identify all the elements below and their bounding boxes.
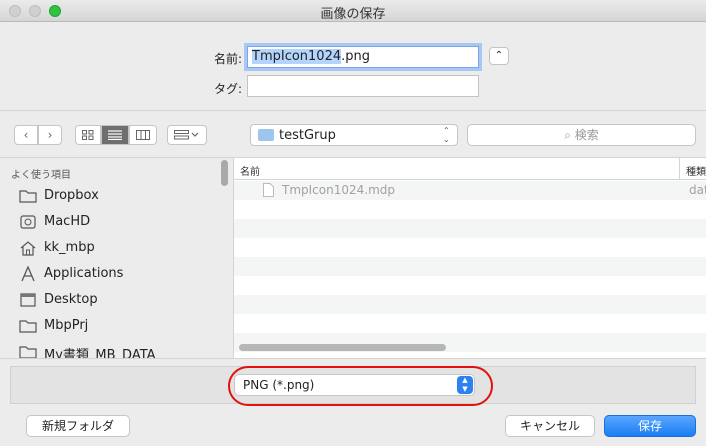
list-icon (108, 130, 122, 141)
sidebar-item-applications[interactable]: Applications (0, 261, 220, 287)
sidebar-item-machd[interactable]: MacHD (0, 209, 220, 235)
cancel-button[interactable]: キャンセル (505, 415, 595, 437)
table-row (234, 295, 706, 314)
tag-input[interactable] (247, 75, 479, 97)
columns-icon (136, 130, 150, 140)
window-title: 画像の保存 (320, 7, 386, 22)
filename-extension: .png (341, 49, 371, 64)
table-row (234, 219, 706, 238)
column-view-button[interactable] (129, 125, 157, 145)
sidebar-item-my-documents[interactable]: My書類_MB_DATA (0, 339, 220, 358)
sidebar-item-dropbox[interactable]: Dropbox (0, 183, 220, 209)
updown-chevron-icon: ⌃⌄ (443, 126, 450, 144)
collapse-button[interactable]: ⌃ (489, 47, 509, 65)
folder-icon (19, 320, 37, 333)
updown-chevron-icon: ▲ ▼ (457, 376, 473, 394)
file-name: TmpIcon1024.mdp (282, 183, 395, 197)
column-header: 名前 種類 (234, 158, 706, 180)
forward-button[interactable]: › (38, 125, 62, 145)
folder-icon (258, 129, 274, 141)
sidebar-item-label: kk_mbp (44, 240, 95, 255)
column-header-kind[interactable]: 種類 (686, 163, 706, 178)
filename-selected-text: TmpIcon1024 (252, 49, 342, 64)
sidebar-item-label: MbpPrj (44, 318, 89, 333)
file-format-value: PNG (*.png) (243, 378, 315, 392)
sidebar-item-label: My書類_MB_DATA (44, 348, 156, 358)
sidebar-item-kk-mbp[interactable]: kk_mbp (0, 235, 220, 261)
file-format-select[interactable]: PNG (*.png) ▲ ▼ (234, 374, 475, 396)
column-header-name[interactable]: 名前 (240, 163, 260, 178)
tag-label: タグ: (213, 82, 242, 96)
sidebar-item-desktop[interactable]: Desktop (0, 287, 220, 313)
table-row[interactable]: TmpIcon1024.mdp dat (234, 181, 706, 200)
sidebar-scrollbar[interactable] (221, 160, 228, 186)
sidebar-item-label: MacHD (44, 214, 91, 229)
location-label: testGrup (279, 128, 336, 143)
search-icon: ⌕ (564, 128, 571, 142)
sidebar-item-label: Applications (44, 266, 124, 281)
arrange-icon (174, 130, 199, 140)
sidebar-item-label: Desktop (44, 292, 98, 307)
filename-input[interactable]: TmpIcon1024.png (247, 46, 479, 68)
sidebar-item-label: Dropbox (44, 188, 99, 203)
file-list: 名前 種類 TmpIcon1024.mdp dat (233, 158, 706, 358)
location-popup[interactable]: testGrup ⌃⌄ (250, 124, 458, 146)
new-folder-button[interactable]: 新規フォルダ (26, 415, 130, 437)
folder-icon (19, 346, 37, 358)
back-button[interactable]: ‹ (14, 125, 38, 145)
separator (0, 358, 706, 359)
sidebar: よく使う項目 Dropbox MacHD kk_mbp Applications… (0, 158, 232, 358)
chevron-left-icon: ‹ (23, 128, 29, 142)
arrange-menu-button[interactable] (167, 125, 207, 145)
sidebar-heading: よく使う項目 (11, 170, 71, 181)
table-row (234, 257, 706, 276)
separator (0, 110, 706, 111)
home-icon (20, 241, 36, 256)
grid-icon (82, 130, 94, 140)
applications-icon (21, 266, 35, 282)
horizontal-scrollbar[interactable] (239, 344, 446, 351)
search-field[interactable]: ⌕ 検索 (467, 124, 696, 146)
disk-icon (20, 215, 36, 229)
column-divider (679, 158, 680, 180)
chevron-up-icon: ⌃ (494, 50, 504, 61)
document-icon (263, 183, 274, 197)
desktop-icon (20, 293, 36, 307)
sidebar-item-mbpprj[interactable]: MbpPrj (0, 313, 220, 339)
folder-icon (19, 190, 37, 203)
search-placeholder: 検索 (574, 128, 599, 142)
file-kind: dat (689, 183, 706, 197)
name-label: 名前: (213, 52, 242, 66)
list-view-button[interactable] (101, 125, 129, 145)
title-bar: 画像の保存 (0, 0, 706, 22)
save-button[interactable]: 保存 (604, 415, 696, 437)
chevron-right-icon: › (47, 128, 53, 142)
icon-view-button[interactable] (75, 125, 101, 145)
